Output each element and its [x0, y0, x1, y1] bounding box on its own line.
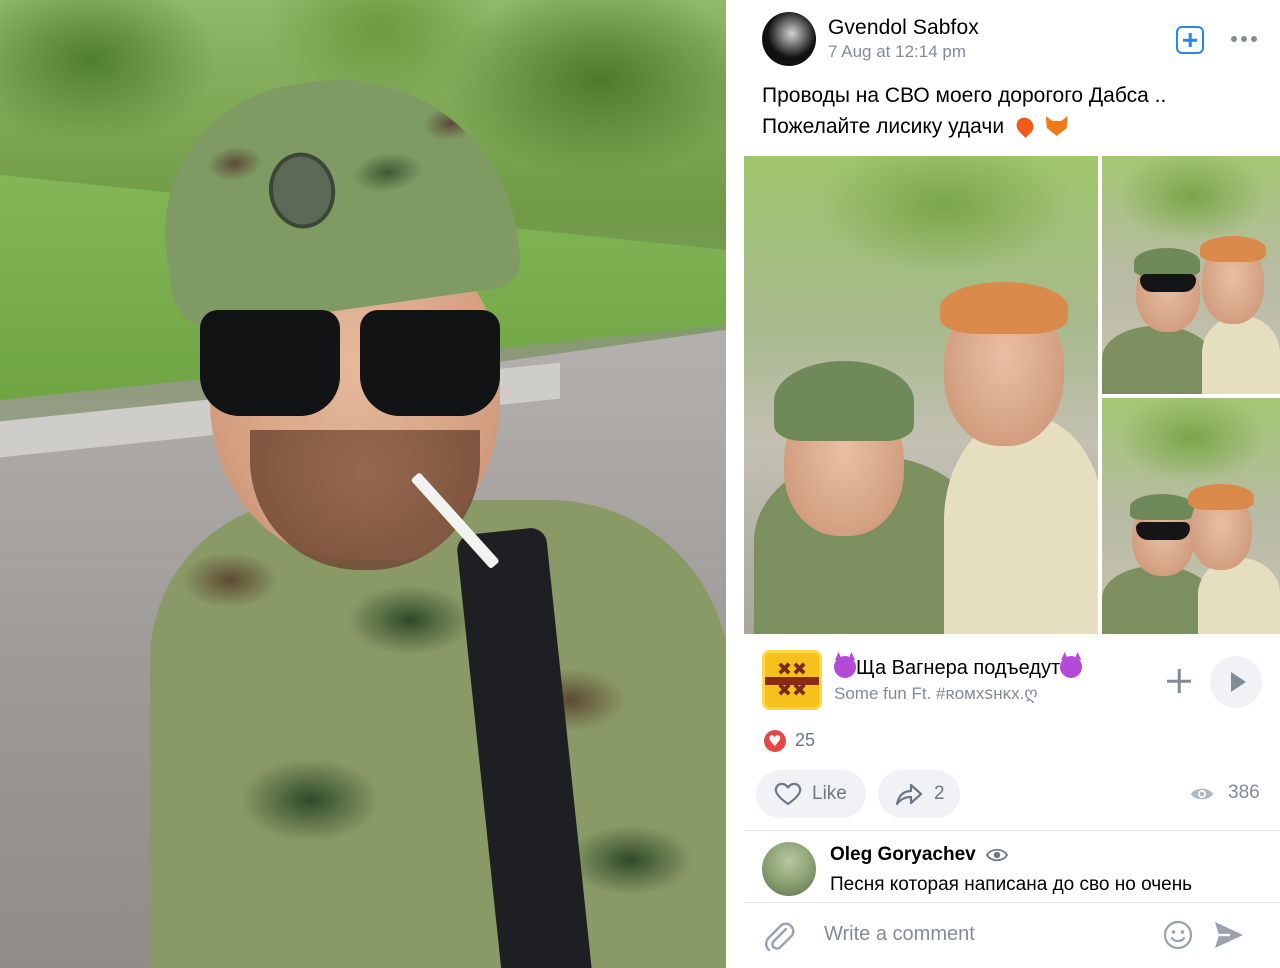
- post-date[interactable]: 7 Aug at 12:14 pm: [828, 42, 966, 62]
- camo-shirt: [150, 500, 726, 968]
- action-bar: Like 2 386: [744, 770, 1280, 818]
- orange-heart-emoji-icon: [1013, 114, 1037, 138]
- photo-3[interactable]: [1102, 398, 1280, 634]
- eye-icon: [985, 847, 1009, 863]
- like-button[interactable]: Like: [756, 770, 866, 818]
- send-icon[interactable]: [1212, 919, 1246, 951]
- post-text: Проводы на СВО моего дорогого Дабса .. П…: [762, 80, 1262, 142]
- play-button[interactable]: [1210, 656, 1262, 708]
- lens-right: [360, 310, 500, 416]
- post-text-line: Проводы на СВО моего дорогого Дабса ..: [762, 80, 1262, 111]
- photo-person-left-body: [1102, 326, 1212, 394]
- track-artist: Some fun Ft. #ʀᴏᴍxꜱнᴋx.ღ: [834, 684, 1038, 703]
- comment-input[interactable]: [816, 917, 1156, 951]
- comment-author[interactable]: Oleg Goryachev: [830, 844, 976, 866]
- music-attachment[interactable]: ✖✖ ✖✖ Ща Вагнера подъедут Some fun Ft. #ʀ…: [744, 646, 1280, 718]
- photo-person-left-cap: [1134, 248, 1200, 276]
- more-horizontal-icon[interactable]: [1228, 26, 1260, 52]
- post-card: Gvendol Sabfox 7 Aug at 12:14 pm Проводы…: [744, 0, 1280, 968]
- share-arrow-icon: [894, 781, 924, 807]
- photo-grid: [744, 156, 1280, 634]
- cap-badge: [264, 148, 341, 233]
- post-header: Gvendol Sabfox 7 Aug at 12:14 pm: [744, 0, 1280, 72]
- commenter-avatar[interactable]: [762, 842, 816, 896]
- smile-icon[interactable]: [1162, 919, 1194, 951]
- photo-2[interactable]: [1102, 156, 1280, 394]
- devil-emoji-icon: [1060, 656, 1083, 678]
- eye-icon: [1190, 785, 1214, 803]
- reaction-count: 25: [795, 730, 816, 750]
- add-track-icon[interactable]: [1164, 666, 1194, 696]
- photo-person-left-body: [1102, 566, 1212, 634]
- heart-reaction-icon: [764, 730, 786, 752]
- photo-person-left-glasses: [1140, 274, 1196, 292]
- album-cover: ✖✖ ✖✖: [762, 650, 822, 710]
- photo-person-right-hair: [940, 282, 1068, 334]
- post-text-line2: Пожелайте лисику удачи: [762, 115, 1005, 138]
- photo-person-left-glasses: [1136, 522, 1190, 540]
- comment-input-bar: [744, 902, 1280, 968]
- author-avatar[interactable]: [762, 12, 816, 66]
- photo-person-right-hair: [1188, 484, 1254, 510]
- album-glyphs: ✖✖ ✖✖: [776, 659, 808, 701]
- track-title: Ща Вагнера подъедут: [834, 656, 1083, 680]
- like-label: Like: [812, 783, 847, 804]
- lens-left: [200, 310, 340, 416]
- photo-1[interactable]: [744, 156, 1098, 634]
- selfie-photo: [0, 0, 726, 968]
- photo-person-right-body: [1198, 558, 1280, 634]
- paperclip-icon[interactable]: [762, 919, 796, 953]
- sunglasses: [200, 310, 500, 420]
- fox-emoji-icon: [1045, 116, 1068, 136]
- share-count: 2: [934, 783, 945, 804]
- share-button[interactable]: 2: [878, 770, 960, 818]
- post-text-line: Пожелайте лисику удачи: [762, 111, 1262, 142]
- photo-person-right-body: [944, 416, 1098, 634]
- devil-emoji-icon: [834, 656, 856, 678]
- add-square-icon[interactable]: [1176, 26, 1204, 54]
- photo-person-right-body: [1202, 316, 1280, 394]
- comment-preview[interactable]: Oleg Goryachev Песня которая написана до…: [744, 836, 1280, 902]
- comment-text: Песня которая написана до сво но очень: [830, 874, 1193, 895]
- views-count: 386: [1228, 782, 1260, 803]
- track-title-text: Ща Вагнера подъедут: [856, 657, 1061, 679]
- photo-person: [130, 56, 726, 968]
- post-text-line1: Проводы на СВО моего дорогого Дабса ..: [762, 84, 1167, 107]
- photo-person-right-hair: [1200, 236, 1266, 262]
- heart-outline-icon: [774, 782, 802, 806]
- author-name[interactable]: Gvendol Sabfox: [828, 16, 979, 40]
- photo-person-left-cap: [1130, 494, 1194, 520]
- divider: [744, 830, 1280, 831]
- photo-person-left-cap: [774, 361, 914, 441]
- camo-cap: [145, 56, 525, 334]
